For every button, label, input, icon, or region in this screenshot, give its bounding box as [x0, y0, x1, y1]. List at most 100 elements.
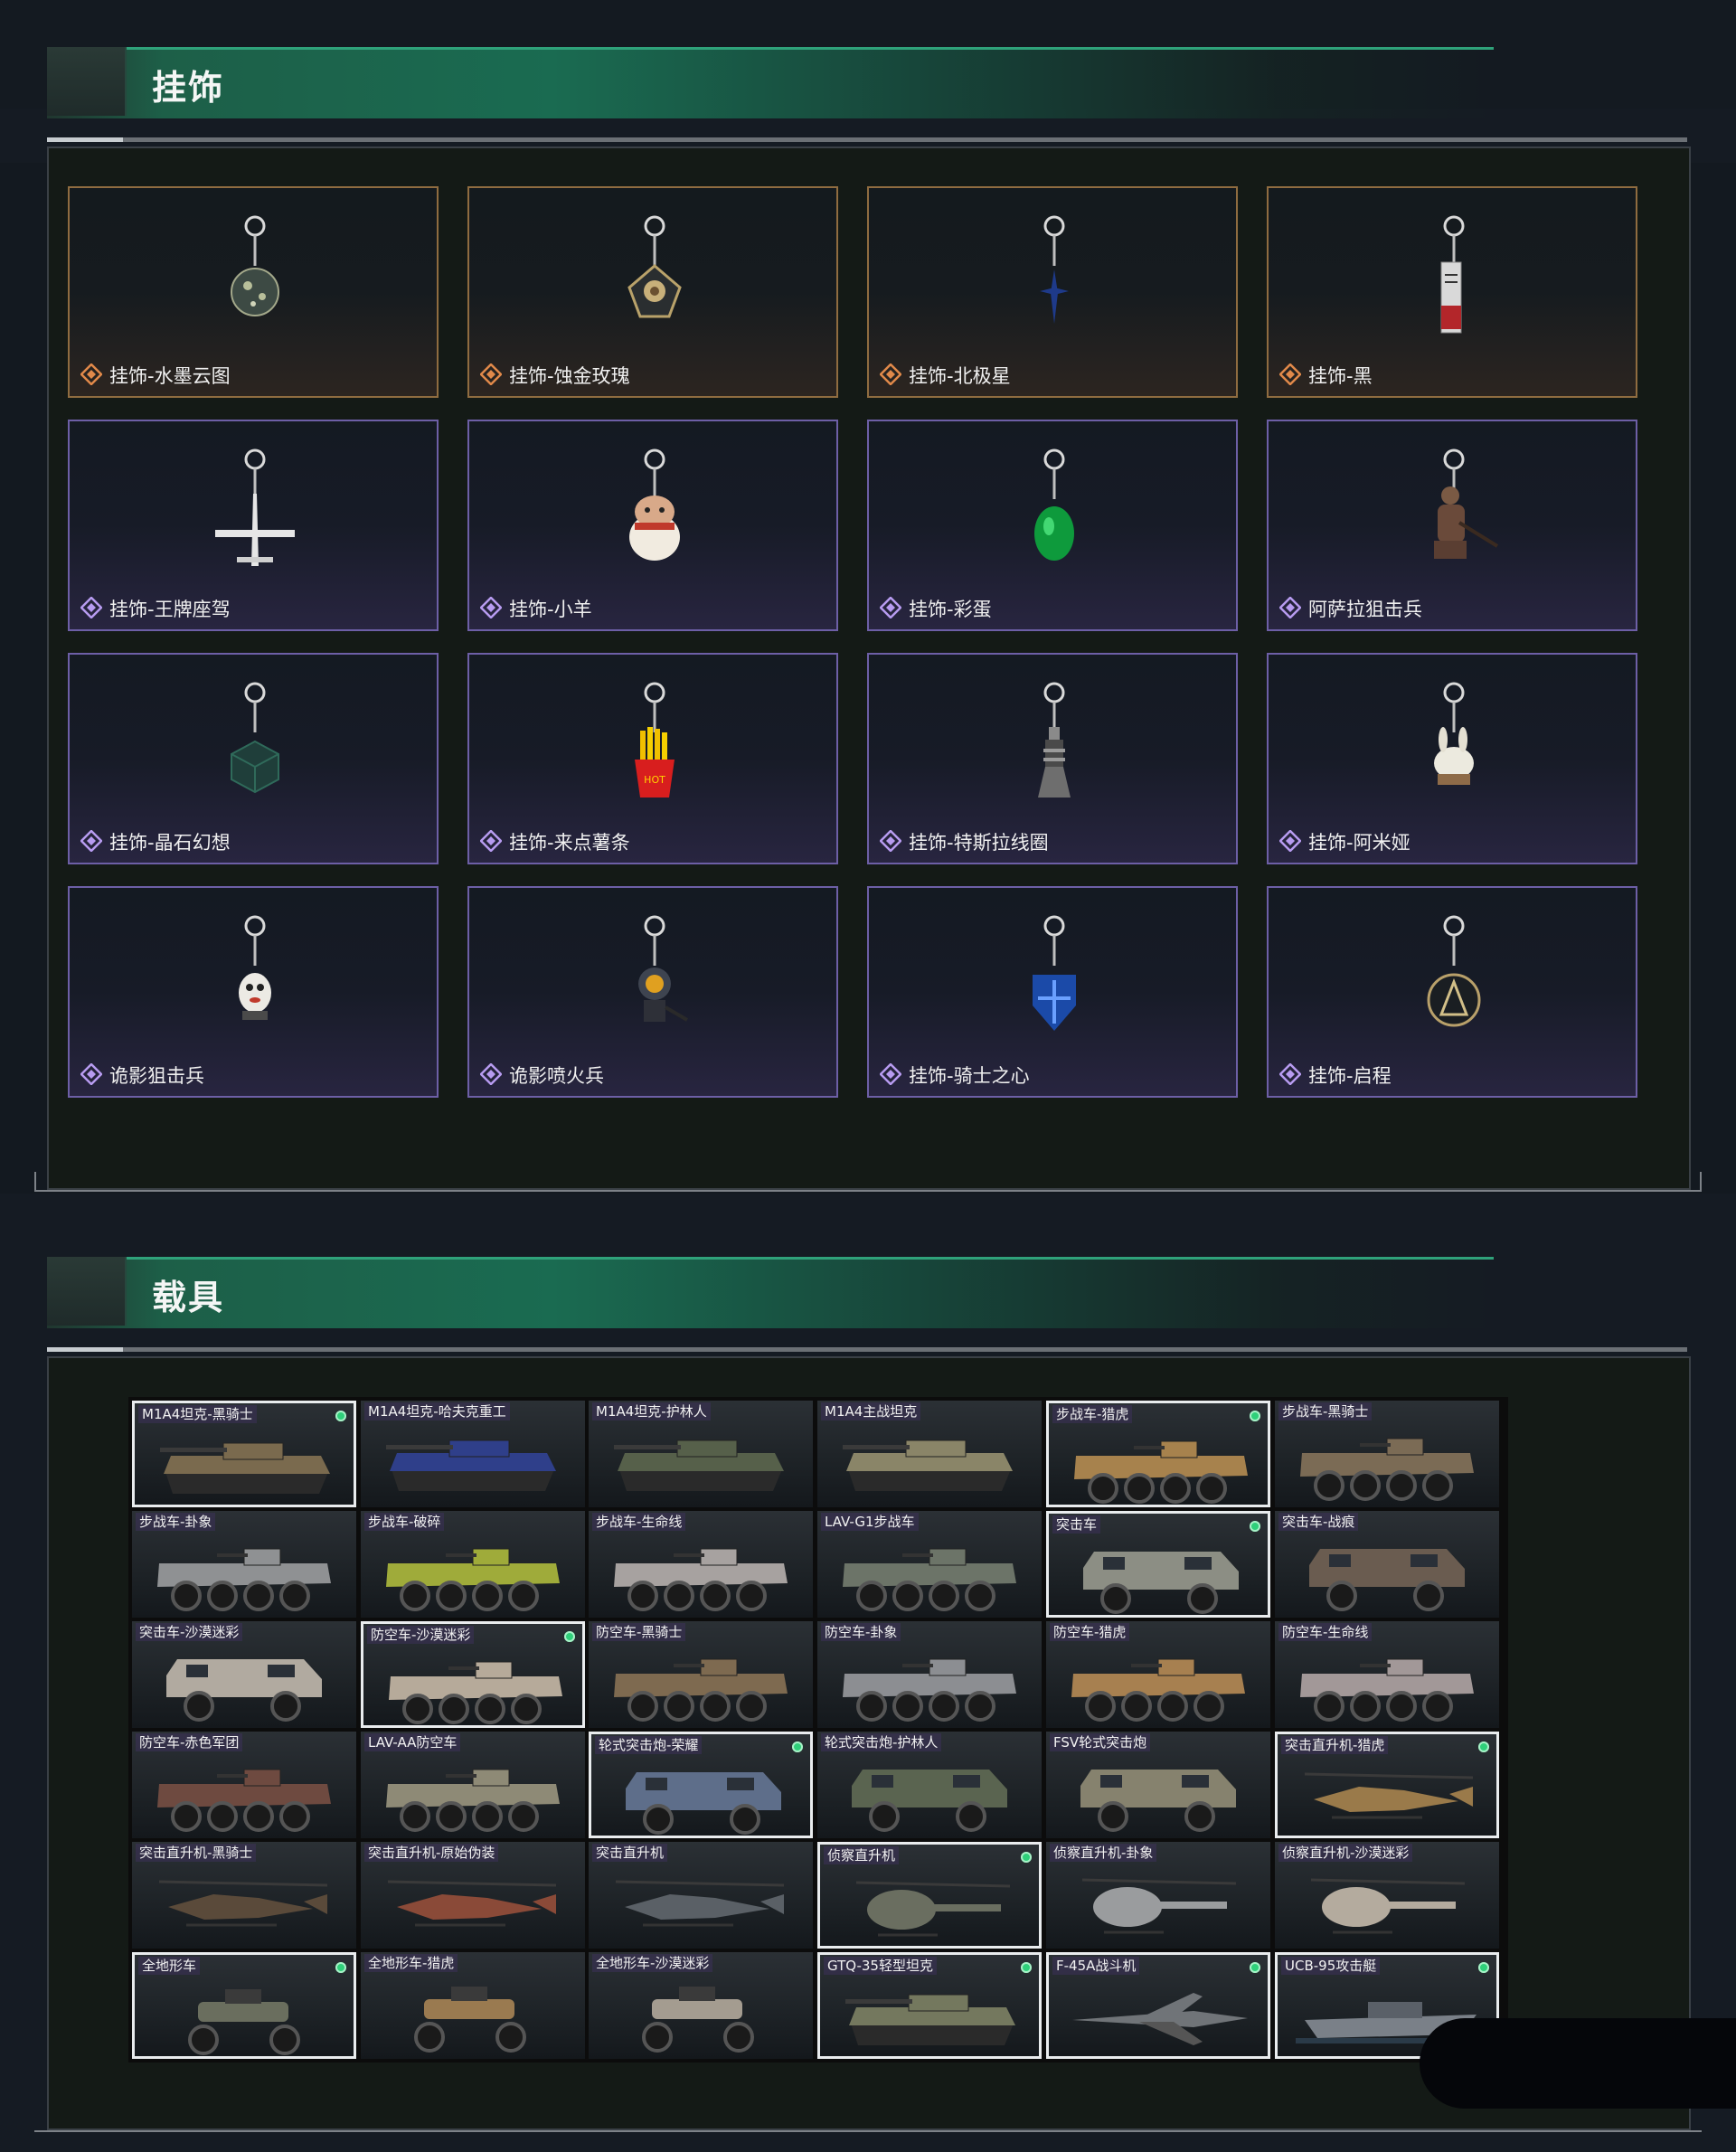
- vehicle-card[interactable]: 侦察直升机: [817, 1842, 1042, 1949]
- charms-section-header: 挂饰: [47, 47, 1494, 118]
- heli-vehicle-icon: [615, 1880, 785, 1927]
- charm-card[interactable]: 挂饰-北极星: [867, 186, 1238, 398]
- charm-name: 挂饰-特斯拉线圈: [909, 832, 1049, 854]
- vehicle-card[interactable]: M1A4坦克-黑骑士: [132, 1401, 356, 1507]
- charm-card[interactable]: 挂饰-王牌座驾: [68, 420, 439, 631]
- vehicle-card[interactable]: 突击车: [1046, 1511, 1270, 1618]
- charm-card[interactable]: 挂饰-小羊: [467, 420, 838, 631]
- vehicle-card[interactable]: 防空车-生命线: [1275, 1621, 1499, 1728]
- vehicle-card[interactable]: GTQ-35轻型坦克: [817, 1952, 1042, 2059]
- vehicle-card[interactable]: 突击车-战痕: [1275, 1511, 1499, 1618]
- vehicle-card[interactable]: 防空车-猎虎: [1046, 1621, 1270, 1728]
- vehicle-card[interactable]: 突击直升机: [589, 1842, 813, 1949]
- ifv-vehicle-icon: [1300, 1438, 1474, 1501]
- vehicle-name: 突击直升机-黑骑士: [136, 1844, 257, 1862]
- star-charm-icon: [1040, 215, 1069, 324]
- charm-card[interactable]: 挂饰-启程: [1267, 886, 1637, 1098]
- vehicle-card[interactable]: 步战车-卦象: [132, 1511, 356, 1618]
- cube-charm-icon: [231, 682, 279, 794]
- vehicle-name: 步战车-卦象: [136, 1513, 216, 1531]
- vehicle-card[interactable]: 突击直升机-黑骑士: [132, 1842, 356, 1949]
- charm-name: 阿萨拉狙击兵: [1308, 599, 1422, 620]
- vehicle-card[interactable]: 突击直升机-原始伪装: [361, 1842, 585, 1949]
- frame-line: [34, 1190, 1702, 1192]
- charm-card[interactable]: 挂饰-晶石幻想: [68, 653, 439, 864]
- charm-name: 挂饰-水墨云图: [109, 365, 231, 387]
- ifv-vehicle-icon: [614, 1658, 788, 1722]
- vehicle-card[interactable]: FSV轮式突击炮: [1046, 1732, 1270, 1838]
- vehicle-card[interactable]: 防空车-沙漠迷彩: [361, 1621, 585, 1728]
- charm-card[interactable]: HOT 挂饰-来点薯条: [467, 653, 838, 864]
- charm-card[interactable]: 挂饰-水墨云图: [68, 186, 439, 398]
- header-bar: [47, 47, 1494, 118]
- vehicle-name: UCB-95攻击艇: [1281, 1957, 1381, 1975]
- vehicle-name: 防空车-沙漠迷彩: [367, 1626, 475, 1644]
- owned-indicator-icon: [1478, 1741, 1489, 1752]
- soldier-charm-icon: [1434, 448, 1499, 559]
- vehicle-name: 步战车-猎虎: [1052, 1405, 1133, 1423]
- vehicle-card[interactable]: M1A4坦克-哈夫克重工: [361, 1401, 585, 1507]
- charm-name: 挂饰-启程: [1308, 1065, 1392, 1087]
- header-notch: [47, 1257, 127, 1326]
- vehicle-card[interactable]: 轮式突击炮-荣耀: [589, 1732, 813, 1838]
- jet-charm-icon: [215, 448, 295, 566]
- vehicle-card[interactable]: 防空车-赤色军团: [132, 1732, 356, 1838]
- vehicle-card[interactable]: 全地形车-猎虎: [361, 1952, 585, 2059]
- ifv-vehicle-icon: [386, 1769, 560, 1832]
- charm-card[interactable]: 诡影狙击兵: [68, 886, 439, 1098]
- vehicle-name: 全地形车: [138, 1957, 201, 1975]
- charm-name: 挂饰-北极星: [909, 365, 1011, 387]
- vehicle-card[interactable]: 步战车-猎虎: [1046, 1401, 1270, 1507]
- mrap-vehicle-icon: [1083, 1552, 1239, 1614]
- charm-card[interactable]: 挂饰-特斯拉线圈: [867, 653, 1238, 864]
- vehicle-card[interactable]: LAV-AA防空车: [361, 1732, 585, 1838]
- purple-rarity-icon: [880, 830, 901, 852]
- charm-card[interactable]: 阿萨拉狙击兵: [1267, 420, 1637, 631]
- mrap-vehicle-icon: [1309, 1549, 1465, 1611]
- owned-indicator-icon: [1250, 1962, 1260, 1973]
- vehicle-card[interactable]: 防空车-黑骑士: [589, 1621, 813, 1728]
- atv-vehicle-icon: [414, 1987, 526, 2053]
- frame-line: [34, 1172, 36, 1192]
- vehicle-card[interactable]: 步战车-破碎: [361, 1511, 585, 1618]
- vehicle-card[interactable]: 步战车-黑骑士: [1275, 1401, 1499, 1507]
- vehicle-name: 全地形车-猎虎: [364, 1954, 458, 1972]
- vehicle-card[interactable]: 全地形车-沙漠迷彩: [589, 1952, 813, 2059]
- vehicle-name: 步战车-破碎: [364, 1513, 445, 1531]
- charm-card[interactable]: 挂饰-阿米娅: [1267, 653, 1637, 864]
- vehicle-card[interactable]: 轮式突击炮-护林人: [817, 1732, 1042, 1838]
- frame-line: [1700, 1172, 1702, 1192]
- purple-rarity-icon: [880, 1063, 901, 1085]
- vehicle-card[interactable]: F-45A战斗机: [1046, 1952, 1270, 2059]
- vehicle-card[interactable]: 全地形车: [132, 1952, 356, 2059]
- corner-overlay: [1420, 2018, 1736, 2109]
- mrap-vehicle-icon: [852, 1770, 1007, 1832]
- vehicles-section-title: 载具: [152, 1278, 225, 1317]
- charm-card[interactable]: 挂饰-蚀金玫瑰: [467, 186, 838, 398]
- vehicle-card[interactable]: M1A4主战坦克: [817, 1401, 1042, 1507]
- vehicle-card[interactable]: 防空车-卦象: [817, 1621, 1042, 1728]
- vehicle-name: LAV-AA防空车: [364, 1733, 461, 1751]
- charm-card[interactable]: 诡影喷火兵: [467, 886, 838, 1098]
- vehicle-name: 防空车-生命线: [1278, 1623, 1373, 1641]
- heli-vehicle-icon: [1304, 1772, 1474, 1819]
- vehicle-name: M1A4主战坦克: [821, 1402, 921, 1421]
- mrap-vehicle-icon: [626, 1772, 781, 1835]
- vehicle-card[interactable]: 突击车-沙漠迷彩: [132, 1621, 356, 1728]
- owned-indicator-icon: [792, 1741, 803, 1752]
- vehicle-card[interactable]: 突击直升机-猎虎: [1275, 1732, 1499, 1838]
- vehicle-name: LAV-G1步战车: [821, 1513, 919, 1531]
- owned-indicator-icon: [564, 1631, 575, 1642]
- vehicle-card[interactable]: 侦察直升机-卦象: [1046, 1842, 1270, 1949]
- purple-rarity-icon: [1279, 597, 1301, 618]
- vehicle-card[interactable]: 步战车-生命线: [589, 1511, 813, 1618]
- vehicle-name: 侦察直升机: [824, 1846, 900, 1864]
- charm-card[interactable]: 挂饰-骑士之心: [867, 886, 1238, 1098]
- vehicle-card[interactable]: 侦察直升机-沙漠迷彩: [1275, 1842, 1499, 1949]
- charm-card[interactable]: 挂饰-黑: [1267, 186, 1637, 398]
- charm-card[interactable]: 挂饰-彩蛋: [867, 420, 1238, 631]
- charms-section-title: 挂饰: [152, 68, 225, 108]
- sheep-charm-icon: [629, 448, 680, 561]
- vehicle-card[interactable]: M1A4坦克-护林人: [589, 1401, 813, 1507]
- vehicle-card[interactable]: LAV-G1步战车: [817, 1511, 1042, 1618]
